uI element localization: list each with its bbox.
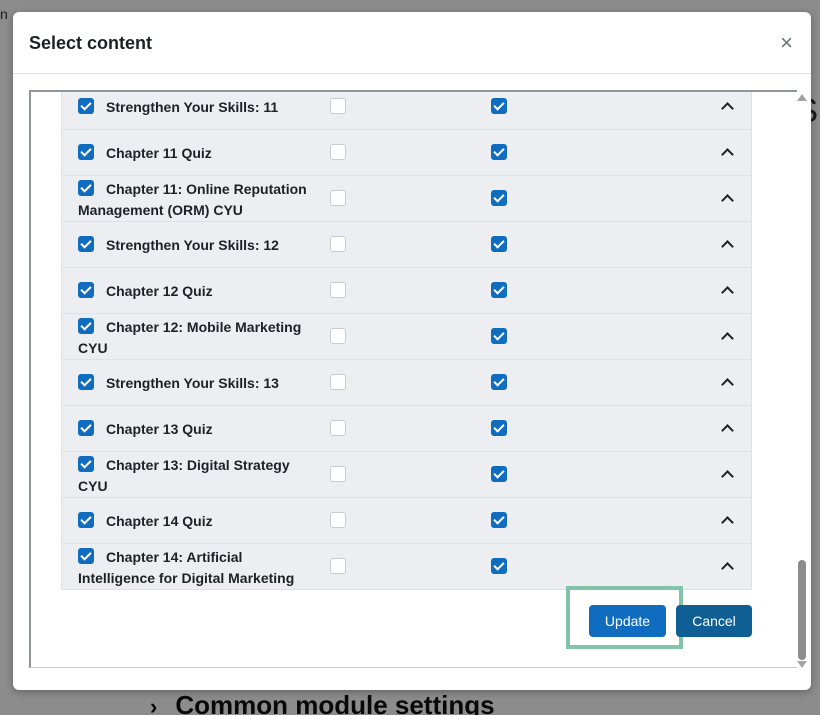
option-checkbox-checked[interactable] — [491, 466, 507, 482]
option-checkbox-checked[interactable] — [491, 512, 507, 528]
option-checkbox-unchecked[interactable] — [330, 328, 346, 344]
scroll-down-arrow-icon[interactable] — [797, 661, 807, 668]
chevron-up-icon[interactable] — [720, 191, 734, 205]
content-label: Chapter 14 Quiz — [106, 513, 213, 529]
option-checkbox-unchecked[interactable] — [330, 190, 346, 206]
content-label: Chapter 13: Digital Strategy CYU — [78, 457, 290, 494]
option-checkbox-unchecked[interactable] — [330, 98, 346, 114]
chevron-up-icon[interactable] — [720, 283, 734, 297]
option-checkbox-unchecked[interactable] — [330, 558, 346, 574]
option-checkbox-unchecked[interactable] — [330, 512, 346, 528]
content-row: Chapter 13 Quiz — [62, 405, 751, 451]
option-checkbox-checked[interactable] — [491, 328, 507, 344]
content-row: Chapter 14: Artificial Intelligence for … — [62, 543, 751, 589]
option-checkbox-unchecked[interactable] — [330, 420, 346, 436]
content-label: Chapter 12: Mobile Marketing CYU — [78, 319, 302, 356]
option-checkbox-checked[interactable] — [491, 282, 507, 298]
content-row: Strengthen Your Skills: 12 — [62, 221, 751, 267]
content-label: Strengthen Your Skills: 12 — [106, 237, 279, 253]
chevron-up-icon[interactable] — [720, 559, 734, 573]
content-label: Strengthen Your Skills: 11 — [106, 99, 279, 115]
option-checkbox-checked[interactable] — [491, 374, 507, 390]
option-checkbox-checked[interactable] — [491, 420, 507, 436]
chevron-up-icon[interactable] — [720, 329, 734, 343]
option-checkbox-unchecked[interactable] — [330, 236, 346, 252]
content-label: Strengthen Your Skills: 13 — [106, 375, 279, 391]
option-checkbox-unchecked[interactable] — [330, 466, 346, 482]
chevron-up-icon[interactable] — [720, 237, 734, 251]
scroll-up-arrow-icon[interactable] — [797, 94, 807, 101]
dialog-title: Select content — [29, 33, 153, 53]
option-checkbox-unchecked[interactable] — [330, 282, 346, 298]
content-row: Chapter 13: Digital Strategy CYU — [62, 451, 751, 497]
update-button[interactable]: Update — [589, 605, 666, 637]
select-content-dialog: Select content × Strengthen Your Skills:… — [13, 12, 811, 690]
content-row: Chapter 12 Quiz — [62, 267, 751, 313]
scrollbar[interactable] — [797, 92, 807, 668]
chevron-up-icon[interactable] — [720, 145, 734, 159]
content-label: Chapter 14: Artificial Intelligence for … — [78, 549, 295, 586]
content-list: Strengthen Your Skills: 11 Chapter 11 Qui… — [61, 92, 752, 590]
option-checkbox-checked[interactable] — [491, 236, 507, 252]
chevron-up-icon[interactable] — [720, 421, 734, 435]
option-checkbox-unchecked[interactable] — [330, 374, 346, 390]
option-checkbox-checked[interactable] — [491, 190, 507, 206]
content-row: Strengthen Your Skills: 13 — [62, 359, 751, 405]
option-checkbox-checked[interactable] — [491, 98, 507, 114]
content-label: Chapter 11: Online Reputation Management… — [78, 181, 307, 218]
dialog-body: Strengthen Your Skills: 11 Chapter 11 Qui… — [29, 90, 797, 668]
content-row: Chapter 11 Quiz — [62, 129, 751, 175]
cancel-button[interactable]: Cancel — [676, 605, 752, 637]
content-label: Chapter 12 Quiz — [106, 283, 213, 299]
content-row: Chapter 11: Online Reputation Management… — [62, 175, 751, 221]
option-checkbox-checked[interactable] — [491, 144, 507, 160]
content-row: Chapter 12: Mobile Marketing CYU — [62, 313, 751, 359]
chevron-up-icon[interactable] — [720, 513, 734, 527]
content-label: Chapter 13 Quiz — [106, 421, 213, 437]
option-checkbox-unchecked[interactable] — [330, 144, 346, 160]
chevron-up-icon[interactable] — [720, 467, 734, 481]
option-checkbox-checked[interactable] — [491, 558, 507, 574]
scroll-thumb[interactable] — [798, 560, 806, 660]
content-row: Chapter 14 Quiz — [62, 497, 751, 543]
content-row: Strengthen Your Skills: 11 — [62, 92, 751, 129]
close-icon[interactable]: × — [780, 32, 793, 54]
content-label: Chapter 11 Quiz — [106, 145, 212, 161]
dialog-header: Select content × — [13, 12, 811, 74]
chevron-up-icon[interactable] — [720, 99, 734, 113]
chevron-up-icon[interactable] — [720, 375, 734, 389]
